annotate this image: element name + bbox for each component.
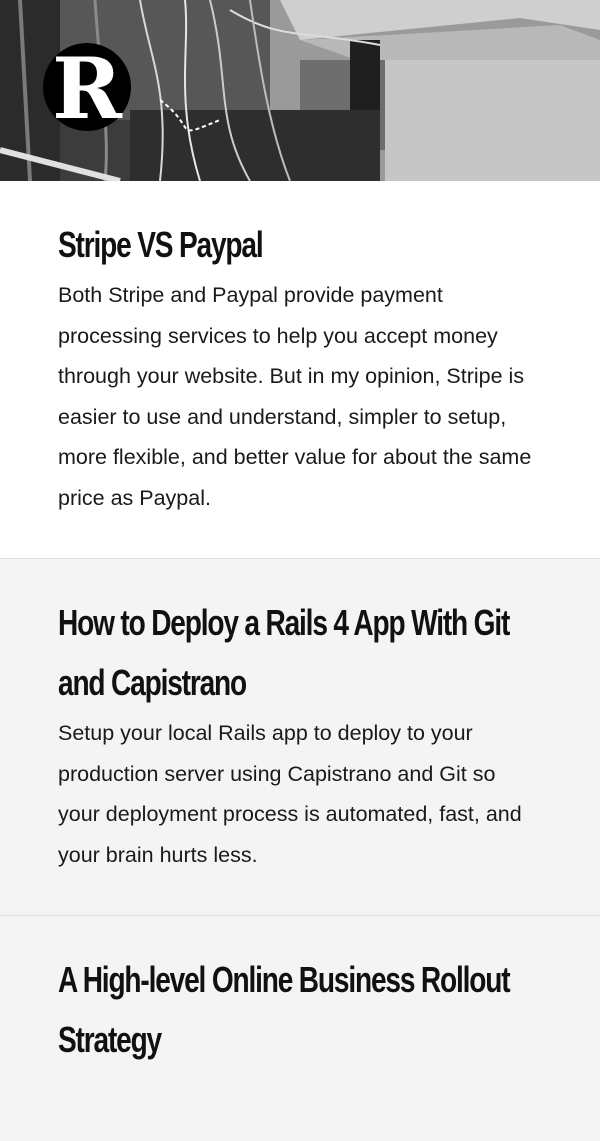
site-logo[interactable]: R (43, 43, 131, 131)
post-excerpt: Setup your local Rails app to deploy to … (58, 721, 522, 867)
post-title-link[interactable]: A High-level Online Business Rollout Str… (58, 950, 541, 1070)
logo-letter: R (52, 39, 122, 138)
post-title-link[interactable]: Stripe VS Paypal (58, 215, 541, 275)
post-excerpt: Both Stripe and Paypal provide payment p… (58, 283, 532, 510)
post-title-link[interactable]: How to Deploy a Rails 4 App With Git and… (58, 593, 541, 713)
post-card-featured: Stripe VS Paypal Both Stripe and Paypal … (0, 181, 600, 559)
header-banner: R (0, 0, 600, 181)
post-card: How to Deploy a Rails 4 App With Git and… (0, 559, 600, 916)
post-card: A High-level Online Business Rollout Str… (0, 916, 600, 1110)
